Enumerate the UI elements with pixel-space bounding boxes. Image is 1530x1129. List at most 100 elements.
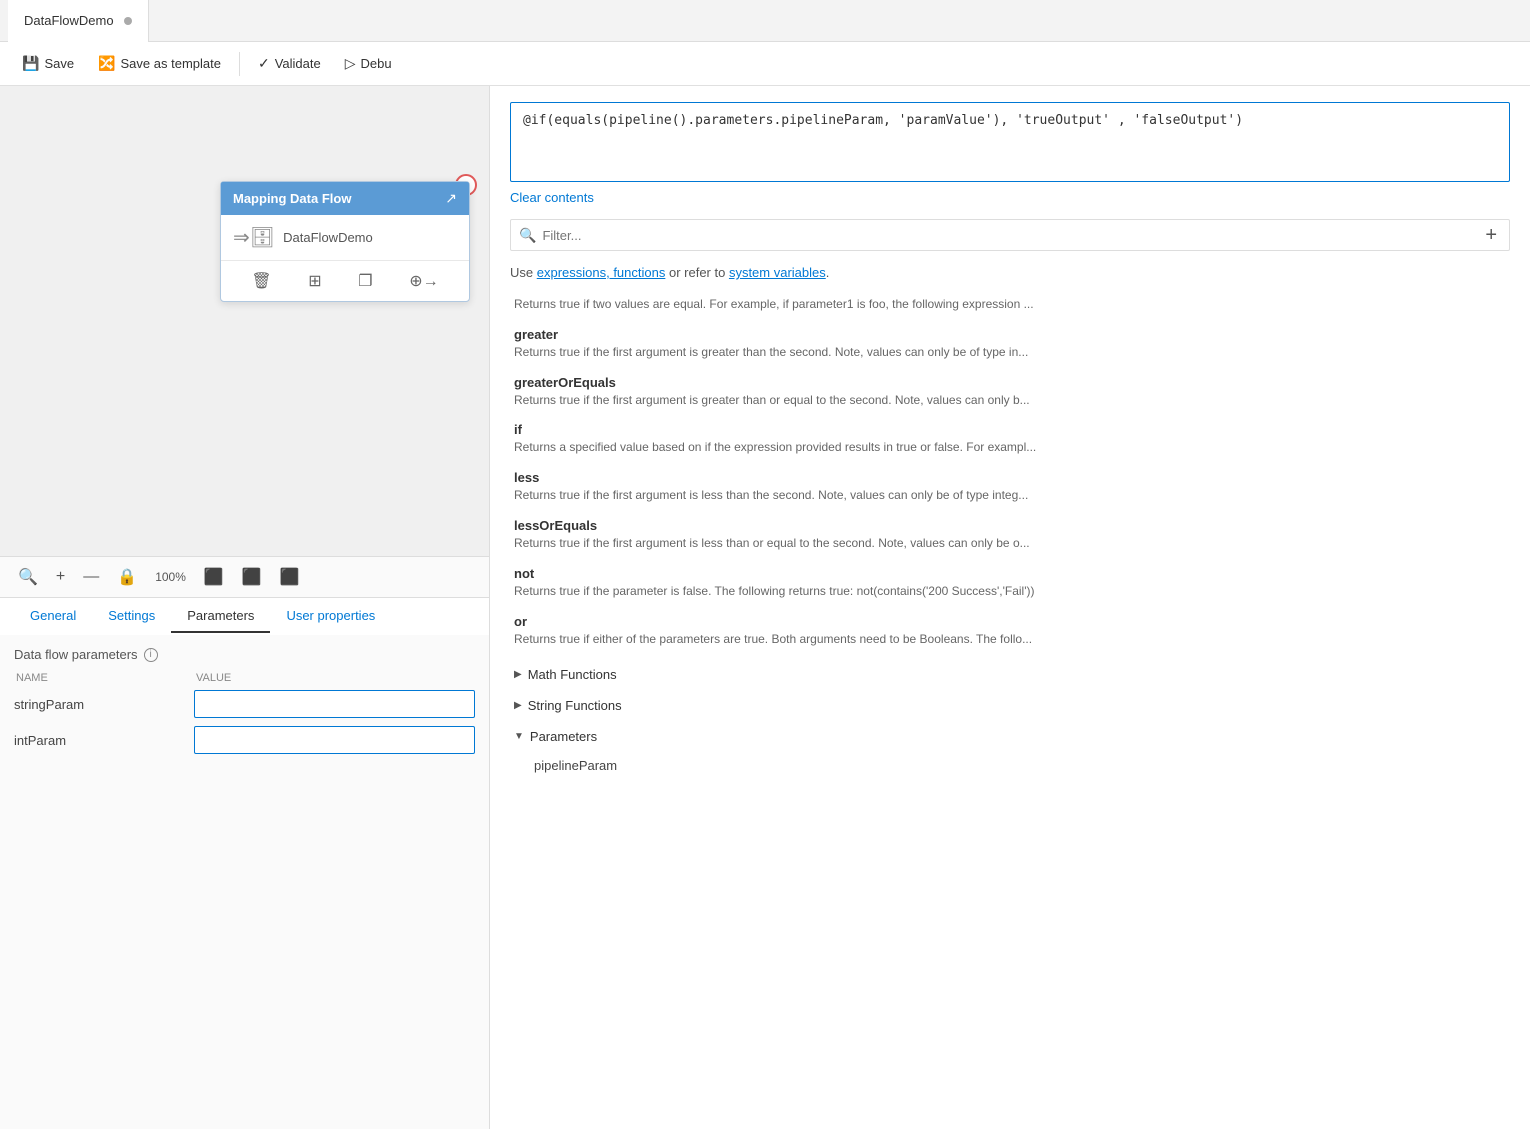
main-area: Mapping Data Flow ↗ ⇒🗄 DataFlowDemo 🗑 ⊞ … [0,86,1530,1129]
node-body: ⇒🗄 DataFlowDemo [221,215,469,260]
math-functions-section[interactable]: ▶ Math Functions [514,661,1506,688]
tab-label: DataFlowDemo [24,13,114,28]
delete-node-btn[interactable]: 🗑 [245,269,277,293]
expression-editor[interactable]: @if(equals(pipeline().parameters.pipelin… [510,102,1510,182]
node-header: Mapping Data Flow ↗ [221,182,469,215]
filter-bar: 🔍 + [510,219,1510,251]
string-functions-section[interactable]: ▶ String Functions [514,692,1506,719]
function-desc-greater: Returns true if the first argument is gr… [514,344,1506,361]
function-item-greater: greater Returns true if the first argume… [514,327,1506,361]
use-text: Use [510,265,537,280]
function-name-if: if [514,422,1506,437]
param-value-intparam[interactable] [194,726,475,754]
left-panel: Mapping Data Flow ↗ ⇒🗄 DataFlowDemo 🗑 ⊞ … [0,86,490,1129]
parameters-section-label: Parameters [530,729,597,744]
string-functions-label: String Functions [528,698,622,713]
debug-icon: ▷ [345,55,356,72]
expression-value: @if(equals(pipeline().parameters.pipelin… [523,113,1243,128]
function-desc-greaterorequals: Returns true if the first argument is gr… [514,392,1506,409]
add-downstream-btn[interactable]: ⊕→ [403,269,444,293]
tab-user-properties[interactable]: User properties [270,600,391,633]
period: . [826,265,830,280]
param-name-intparam: intParam [14,733,194,748]
params-table: NAME VALUE stringParam intParam [14,672,475,754]
debug-label: Debu [361,56,392,71]
function-desc-0: Returns true if two values are equal. Fo… [514,296,1506,313]
node-type-label: Mapping Data Flow [233,191,351,206]
tab-bar: DataFlowDemo [0,0,1530,42]
save-label: Save [44,56,74,71]
tab-dataflowdemo[interactable]: DataFlowDemo [8,0,149,42]
debug-button[interactable]: ▷ Debu [335,51,402,76]
function-name-less: less [514,470,1506,485]
function-item-lessorequals: lessOrEquals Returns true if the first a… [514,518,1506,552]
canvas-toolbar: 🔍 + — 🔒 100% ⬛ ⬛ ⬛ [0,556,489,597]
param-value-stringparam[interactable] [194,690,475,718]
expressions-functions-link[interactable]: expressions, functions [537,265,666,280]
params-header: Data flow parameters i [14,647,475,662]
function-item-if: if Returns a specified value based on if… [514,422,1506,456]
math-functions-label: Math Functions [528,667,617,682]
col-name-header: NAME [16,672,196,684]
validate-icon: ✓ [258,55,270,72]
system-variables-link[interactable]: system variables [729,265,826,280]
add-activity-btn[interactable]: + [52,566,69,588]
param-row-intparam: intParam [14,726,475,754]
params-table-header: NAME VALUE [14,672,475,684]
function-item-not: not Returns true if the parameter is fal… [514,566,1506,600]
toolbar-divider-1 [239,52,240,76]
save-icon: 💾 [22,55,39,72]
split-view-btn[interactable]: ⬛ [276,565,304,589]
params-title: Data flow parameters [14,647,138,662]
tab-settings[interactable]: Settings [92,600,171,633]
tab-parameters[interactable]: Parameters [171,600,270,633]
canvas-area[interactable]: Mapping Data Flow ↗ ⇒🗄 DataFlowDemo 🗑 ⊞ … [0,86,489,556]
right-panel: @if(equals(pipeline().parameters.pipelin… [490,86,1530,1129]
validate-button[interactable]: ✓ Validate [248,51,331,76]
function-item-0: Returns true if two values are equal. Fo… [514,296,1506,313]
filter-input[interactable] [542,228,1481,243]
string-functions-arrow: ▶ [514,700,522,711]
math-functions-arrow: ▶ [514,669,522,680]
zoom-100-btn[interactable]: 100% [151,568,190,586]
parameters-arrow: ▼ [514,731,524,742]
function-name-or: or [514,614,1506,629]
function-desc-if: Returns a specified value based on if th… [514,439,1506,456]
bottom-tabs: General Settings Parameters User propert… [0,597,489,635]
validate-label: Validate [275,56,321,71]
function-item-or: or Returns true if either of the paramet… [514,614,1506,648]
function-desc-or: Returns true if either of the parameters… [514,631,1506,648]
function-name-lessorequals: lessOrEquals [514,518,1506,533]
params-panel: Data flow parameters i NAME VALUE string… [0,635,489,1129]
copy-node-btn[interactable]: ❐ [352,269,378,293]
col-value-header: VALUE [196,672,473,684]
mapping-dataflow-node[interactable]: Mapping Data Flow ↗ ⇒🗄 DataFlowDemo 🗑 ⊞ … [220,181,470,302]
function-item-greaterorequals: greaterOrEquals Returns true if the firs… [514,375,1506,409]
param-name-stringparam: stringParam [14,697,194,712]
node-name-label: DataFlowDemo [283,230,373,245]
pipeline-param-item[interactable]: pipelineParam [514,754,1506,777]
fit-canvas-btn[interactable]: ⬛ [200,565,228,589]
node-open-icon[interactable]: ↗ [445,190,457,207]
save-template-label: Save as template [121,56,221,71]
zoom-fit-btn[interactable]: ⬛ [238,565,266,589]
tab-general[interactable]: General [14,600,92,633]
lock-canvas-btn[interactable]: 🔒 [113,565,141,589]
save-template-icon: 🔀 [98,55,115,72]
dataflow-icon: ⇒🗄 [233,225,275,250]
function-name-greaterorequals: greaterOrEquals [514,375,1506,390]
save-button[interactable]: 💾 Save [12,51,84,76]
clone-node-btn[interactable]: ⊞ [302,269,327,293]
filter-search-icon: 🔍 [519,227,536,244]
save-template-button[interactable]: 🔀 Save as template [88,51,231,76]
refer-text: or refer to [665,265,729,280]
function-name-not: not [514,566,1506,581]
function-desc-not: Returns true if the parameter is false. … [514,583,1506,600]
remove-activity-btn[interactable]: — [79,566,103,588]
function-list: Returns true if two values are equal. Fo… [510,296,1510,777]
clear-contents-link[interactable]: Clear contents [510,190,1510,205]
filter-add-button[interactable]: + [1481,224,1501,247]
params-info-icon[interactable]: i [144,648,158,662]
parameters-section[interactable]: ▼ Parameters [514,723,1506,750]
search-canvas-btn[interactable]: 🔍 [14,565,42,589]
